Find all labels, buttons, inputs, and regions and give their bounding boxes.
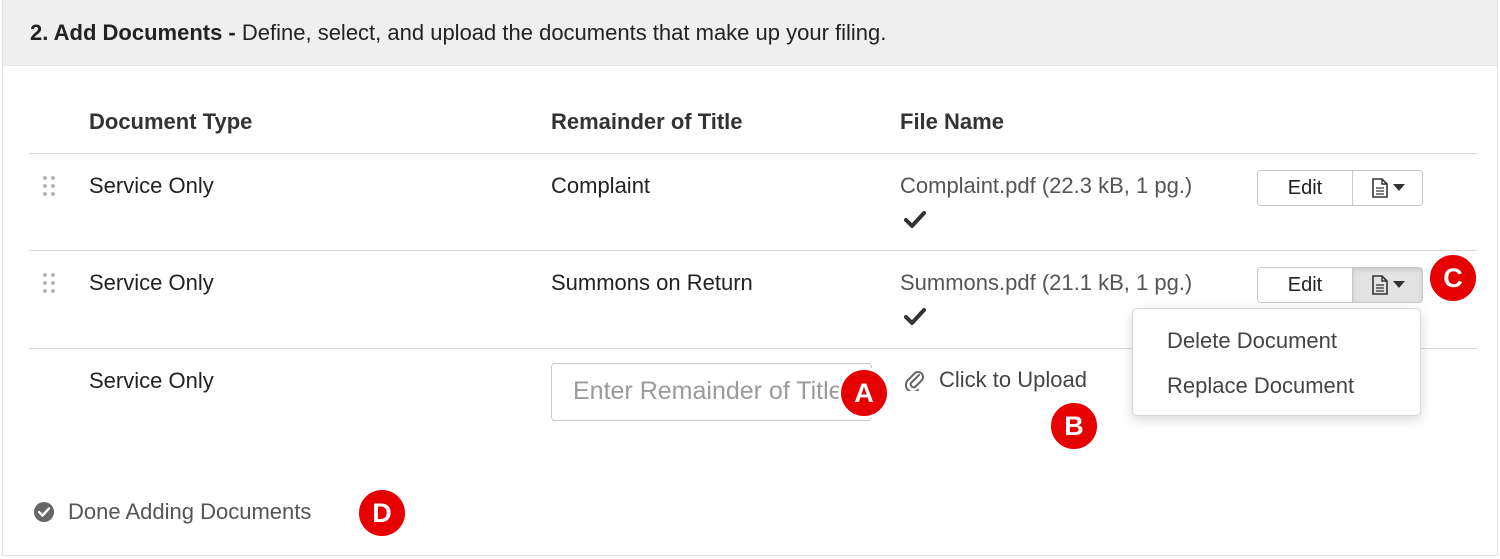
caret-down-icon	[1392, 281, 1405, 288]
column-header-document-type: Document Type	[89, 109, 253, 134]
column-header-file-name: File Name	[900, 109, 1004, 134]
document-icon	[1371, 275, 1388, 295]
remainder-of-title-input[interactable]: Enter Remainder of Title	[551, 363, 872, 421]
section-title: 2. Add Documents -	[30, 20, 236, 45]
row-file-name: Summons.pdf (21.1 kB, 1 pg.)	[900, 270, 1193, 295]
delete-document-item[interactable]: Delete Document	[1167, 328, 1337, 354]
document-menu-button[interactable]	[1353, 268, 1422, 302]
document-menu-button[interactable]	[1353, 171, 1422, 205]
header-divider	[29, 153, 1477, 154]
row-document-type: Service Only	[89, 270, 214, 295]
annotation-marker-d: D	[356, 487, 408, 539]
drag-handle-icon[interactable]	[43, 273, 57, 295]
column-header-remainder-of-title: Remainder of Title	[551, 109, 743, 134]
row-remainder-of-title: Summons on Return	[551, 270, 753, 295]
row-actions: Edit	[1257, 267, 1423, 303]
caret-down-icon	[1392, 184, 1405, 191]
done-adding-documents-button[interactable]: Done Adding Documents	[34, 499, 311, 525]
row-actions: Edit	[1257, 170, 1423, 206]
drag-handle-icon[interactable]	[43, 176, 57, 198]
row-remainder-of-title: Complaint	[551, 173, 651, 198]
replace-document-item[interactable]: Replace Document	[1167, 373, 1354, 399]
checkmark-icon	[904, 308, 926, 325]
edit-button[interactable]: Edit	[1258, 171, 1353, 205]
section-description: Define, select, and upload the documents…	[235, 20, 887, 45]
annotation-marker-a: A	[838, 367, 890, 419]
done-label: Done Adding Documents	[68, 499, 312, 524]
upload-label: Click to Upload	[939, 367, 1087, 392]
row-document-type: Service Only	[89, 173, 214, 198]
row-document-type: Service Only	[89, 368, 214, 393]
annotation-marker-b: B	[1048, 400, 1100, 452]
section-header: 2. Add Documents - Define, select, and u…	[3, 0, 1497, 66]
document-icon	[1371, 178, 1388, 198]
row-file-name: Complaint.pdf (22.3 kB, 1 pg.)	[900, 173, 1193, 198]
annotation-marker-c: C	[1427, 252, 1479, 304]
checkmark-icon	[904, 211, 926, 228]
paperclip-icon	[905, 371, 924, 391]
row-divider	[29, 250, 1477, 251]
edit-button[interactable]: Edit	[1258, 268, 1353, 302]
upload-link[interactable]: Click to Upload	[905, 367, 1087, 393]
check-circle-icon	[34, 502, 54, 522]
document-actions-menu: Delete Document Replace Document	[1132, 308, 1421, 416]
